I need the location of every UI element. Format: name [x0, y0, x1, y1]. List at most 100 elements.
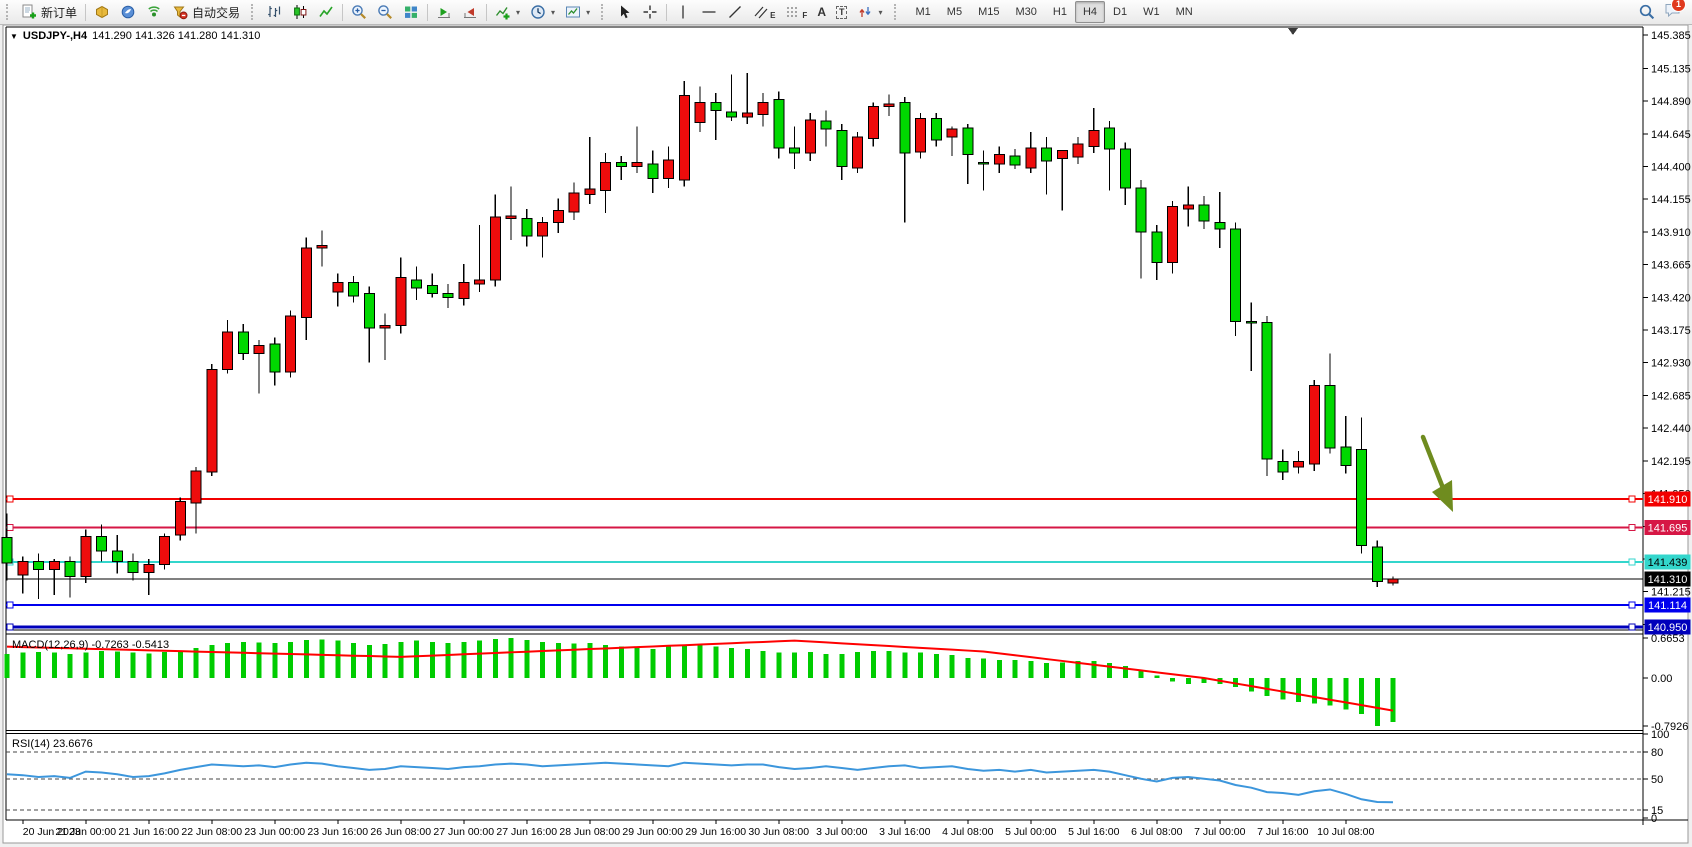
svg-text:7 Jul 00:00: 7 Jul 00:00 [1194, 826, 1246, 838]
auto-scroll-button[interactable] [431, 1, 457, 23]
svg-text:26 Jun 08:00: 26 Jun 08:00 [370, 826, 431, 838]
toolbar-separator [85, 4, 86, 21]
fibonacci-icon [785, 4, 801, 20]
periods-button[interactable]: ▾ [525, 1, 560, 23]
fibonacci-tool-button[interactable]: F [780, 1, 812, 23]
svg-text:27 Jun 16:00: 27 Jun 16:00 [496, 826, 557, 838]
svg-text:143.665: 143.665 [1651, 260, 1691, 272]
toolbar-separator [427, 4, 428, 21]
text-label-tool-button[interactable]: T [831, 1, 853, 23]
svg-text:3 Jul 16:00: 3 Jul 16:00 [879, 826, 931, 838]
vertical-line-tool-button[interactable] [670, 1, 696, 23]
clock-icon [530, 4, 546, 20]
svg-text:80: 80 [1651, 747, 1663, 759]
text-tool-icon: A [817, 5, 826, 19]
toolbar-drag-handle[interactable] [251, 4, 257, 20]
toolbar-drag-handle[interactable] [601, 4, 607, 20]
chevron-down-icon: ▾ [586, 8, 590, 17]
market-watch-icon [94, 4, 110, 20]
toolbar-drag-handle[interactable] [894, 4, 900, 20]
zoom-in-icon [351, 4, 367, 20]
indicators-button[interactable]: ▾ [490, 1, 525, 23]
text-tool-button[interactable]: A [812, 1, 831, 23]
autotrading-label: 自动交易 [192, 4, 240, 21]
signals-button[interactable] [141, 1, 167, 23]
svg-text:4 Jul 08:00: 4 Jul 08:00 [942, 826, 994, 838]
chevron-down-icon: ▾ [551, 8, 555, 17]
candlestick-chart-button[interactable] [287, 1, 313, 23]
svg-text:141.910: 141.910 [1648, 494, 1688, 506]
cursor-tool-button[interactable] [611, 1, 637, 23]
tile-windows-button[interactable] [398, 1, 424, 23]
svg-text:141.215: 141.215 [1651, 587, 1691, 599]
chevron-down-icon: ▾ [516, 8, 520, 17]
notifications-button[interactable]: 1 [1664, 2, 1680, 22]
svg-text:0.00: 0.00 [1651, 673, 1672, 685]
signals-icon [146, 4, 162, 20]
timeframe-M30[interactable]: M30 [1007, 1, 1044, 23]
svg-text:0: 0 [1651, 813, 1657, 825]
navigator-button[interactable] [115, 1, 141, 23]
autotrading-button[interactable]: 自动交易 [167, 1, 245, 23]
chart-canvas[interactable]: 145.385145.135144.890144.645144.400144.1… [0, 24, 1692, 847]
svg-text:28 Jun 08:00: 28 Jun 08:00 [559, 826, 620, 838]
template-icon [565, 4, 581, 20]
svg-text:6 Jul 08:00: 6 Jul 08:00 [1131, 826, 1183, 838]
svg-text:5 Jul 00:00: 5 Jul 00:00 [1005, 826, 1057, 838]
horizontal-line-tool-button[interactable] [696, 1, 722, 23]
svg-text:141.114: 141.114 [1648, 600, 1687, 612]
trendline-tool-button[interactable] [722, 1, 748, 23]
vertical-line-icon [675, 4, 691, 20]
svg-text:145.135: 145.135 [1651, 63, 1691, 75]
svg-text:0.6653: 0.6653 [1651, 633, 1685, 645]
svg-text:144.645: 144.645 [1651, 129, 1691, 141]
chart-shift-button[interactable] [457, 1, 483, 23]
timeframe-H4[interactable]: H4 [1075, 1, 1105, 23]
main-toolbar: 新订单 自动交易 [0, 0, 1692, 25]
timeframe-H1[interactable]: H1 [1045, 1, 1075, 23]
svg-text:29 Jun 16:00: 29 Jun 16:00 [685, 826, 746, 838]
chevron-down-icon: ▾ [878, 8, 882, 17]
macd-indicator-label: MACD(12,26,9) -0.7263 -0.5413 [12, 639, 169, 651]
search-icon[interactable] [1638, 4, 1654, 20]
svg-text:144.155: 144.155 [1651, 194, 1691, 206]
channel-tool-button[interactable]: E [748, 1, 780, 23]
new-order-button[interactable]: 新订单 [16, 1, 82, 23]
line-chart-icon [318, 4, 334, 20]
svg-text:144.400: 144.400 [1651, 161, 1691, 173]
indicators-icon [495, 4, 511, 20]
timeframe-D1[interactable]: D1 [1105, 1, 1135, 23]
svg-text:3 Jul 00:00: 3 Jul 00:00 [816, 826, 868, 838]
zoom-in-button[interactable] [346, 1, 372, 23]
svg-text:142.930: 142.930 [1651, 358, 1691, 370]
chart-menu-triangle-icon[interactable]: ▼ [10, 32, 18, 41]
line-chart-button[interactable] [313, 1, 339, 23]
timeframe-W1[interactable]: W1 [1135, 1, 1168, 23]
svg-text:142.195: 142.195 [1651, 456, 1691, 468]
arrows-tool-button[interactable]: ▾ [852, 1, 887, 23]
templates-button[interactable]: ▾ [560, 1, 595, 23]
rsi-value: 23.6676 [53, 738, 93, 750]
crosshair-icon [642, 4, 658, 20]
arrows-icon [857, 4, 873, 20]
macd-values: -0.7263 -0.5413 [91, 639, 169, 651]
timeframe-MN[interactable]: MN [1168, 1, 1201, 23]
bar-chart-icon [266, 4, 282, 20]
svg-text:30 Jun 08:00: 30 Jun 08:00 [748, 826, 809, 838]
crosshair-tool-button[interactable] [637, 1, 663, 23]
toolbar-drag-handle[interactable] [6, 4, 12, 20]
timeframe-M15[interactable]: M15 [970, 1, 1007, 23]
svg-text:141.695: 141.695 [1648, 523, 1688, 535]
zoom-out-button[interactable] [372, 1, 398, 23]
market-watch-button[interactable] [89, 1, 115, 23]
svg-text:140.950: 140.950 [1648, 622, 1688, 634]
ohlc-values: 141.290 141.326 141.280 141.310 [92, 30, 260, 42]
chart-window: 145.385145.135144.890144.645144.400144.1… [0, 24, 1692, 847]
svg-text:5 Jul 16:00: 5 Jul 16:00 [1068, 826, 1120, 838]
horizontal-line-icon [701, 4, 717, 20]
timeframe-M5[interactable]: M5 [939, 1, 970, 23]
timeframe-M1[interactable]: M1 [908, 1, 939, 23]
timeframe-toolbar: M1M5M15M30H1H4D1W1MN [908, 1, 1201, 23]
svg-text:7 Jul 16:00: 7 Jul 16:00 [1257, 826, 1309, 838]
bar-chart-button[interactable] [261, 1, 287, 23]
